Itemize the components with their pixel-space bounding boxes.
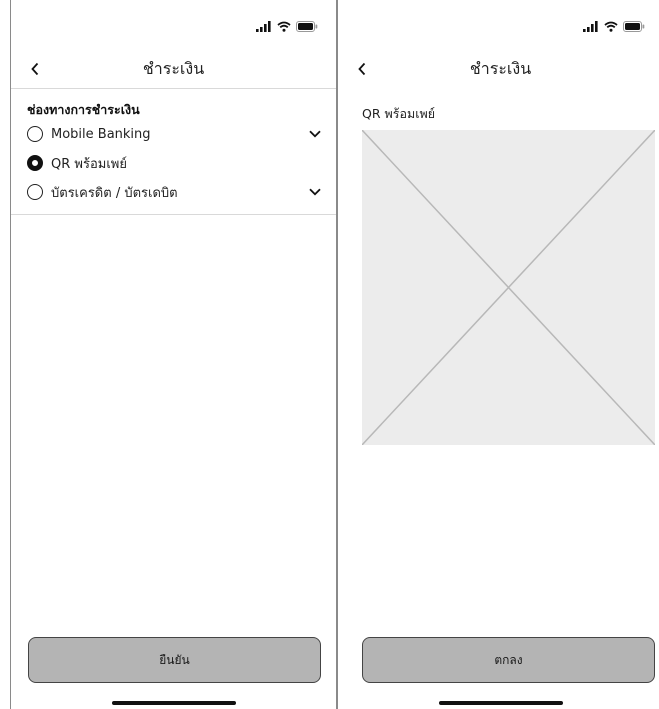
payment-screen: ชำระเงิน ช่องทางการชำระเงิน Mobile Banki…	[10, 0, 337, 709]
page-title: ชำระเงิน	[142, 59, 205, 78]
option-label: QR พร้อมเพย์	[51, 156, 127, 172]
canvas: ชำระเงิน ช่องทางการชำระเงิน Mobile Banki…	[0, 0, 659, 709]
status-bar	[11, 0, 336, 44]
radio-mobile-banking[interactable]	[27, 126, 43, 142]
wifi-icon	[277, 21, 291, 32]
signal-icon	[256, 21, 272, 32]
home-indicator	[111, 701, 236, 705]
wifi-icon	[604, 21, 618, 32]
header-divider	[11, 88, 336, 89]
option-qr-promptpay[interactable]: QR พร้อมเพย์	[27, 152, 322, 174]
option-label: Mobile Banking	[51, 126, 151, 142]
option-label: บัตรเครดิต / บัตรเดบิต	[51, 185, 178, 201]
status-icons	[256, 21, 318, 32]
ok-button[interactable]: ตกลง	[362, 637, 655, 683]
page-title: ชำระเงิน	[469, 59, 532, 78]
header: ชำระเงิน	[11, 52, 336, 88]
status-icons	[583, 21, 645, 32]
option-credit-debit-card[interactable]: บัตรเครดิต / บัตรเดบิต	[27, 181, 322, 203]
battery-icon	[296, 21, 318, 32]
section-divider	[11, 214, 336, 215]
qr-image-placeholder	[362, 130, 655, 445]
status-bar	[338, 0, 659, 44]
radio-credit-debit-card[interactable]	[27, 184, 43, 200]
header: ชำระเงิน	[338, 52, 659, 88]
battery-icon	[623, 21, 645, 32]
signal-icon	[583, 21, 599, 32]
home-indicator	[438, 701, 563, 705]
confirm-button[interactable]: ยืนยัน	[28, 637, 321, 683]
payment-method-title: ช่องทางการชำระเงิน	[27, 102, 140, 117]
qr-screen: ชำระเงิน QR พร้อมเพย์ ตกลง	[337, 0, 659, 709]
qr-label: QR พร้อมเพย์	[362, 106, 436, 121]
radio-qr-promptpay[interactable]	[27, 155, 43, 171]
chevron-down-icon[interactable]	[308, 127, 322, 141]
chevron-down-icon[interactable]	[308, 185, 322, 199]
option-mobile-banking[interactable]: Mobile Banking	[27, 123, 322, 145]
